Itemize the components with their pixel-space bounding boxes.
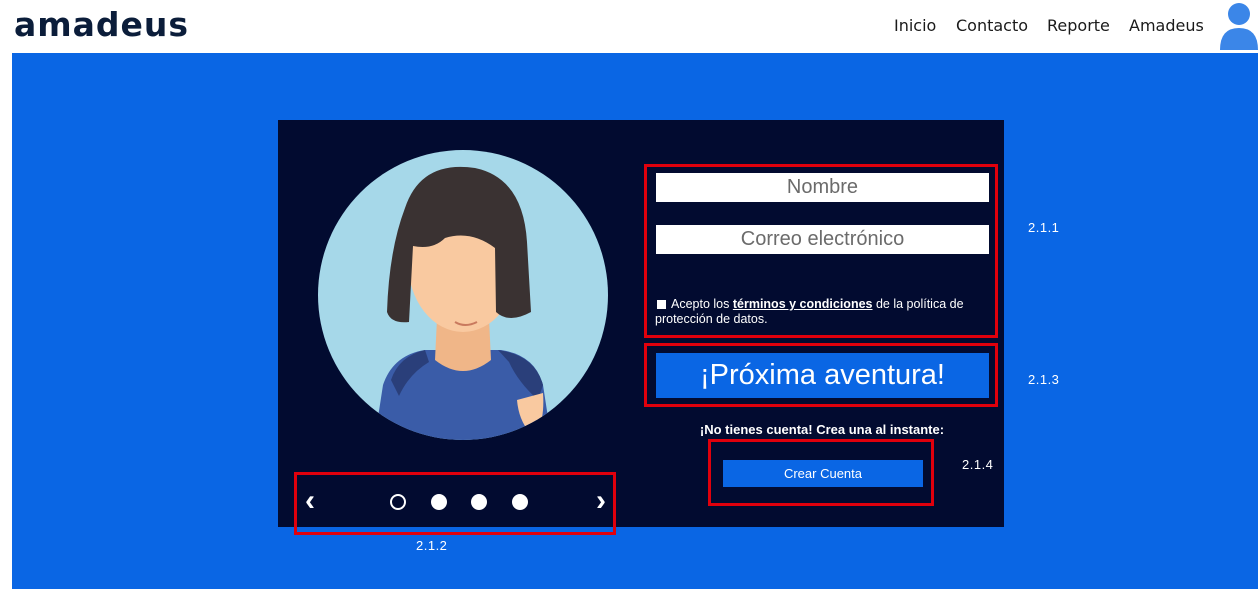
- carousel-dot-4[interactable]: [512, 494, 528, 510]
- woman-avatar-illustration: [318, 150, 608, 440]
- nav-link-inicio[interactable]: Inicio: [894, 16, 936, 35]
- carousel-dot-3[interactable]: [471, 494, 487, 510]
- carousel-prev-icon[interactable]: ‹: [305, 486, 315, 516]
- annotation-label-2-1-3: 2.1.3: [1028, 372, 1060, 387]
- amadeus-logo[interactable]: amadeus: [14, 5, 189, 44]
- nav-link-contacto[interactable]: Contacto: [956, 16, 1028, 35]
- annotation-label-2-1-2: 2.1.2: [416, 538, 448, 553]
- carousel-dot-1[interactable]: [390, 494, 406, 510]
- annotation-label-2-1-1: 2.1.1: [1028, 220, 1060, 235]
- nav-link-amadeus[interactable]: Amadeus: [1129, 16, 1204, 35]
- name-field[interactable]: [656, 173, 989, 202]
- terms-text: Acepto los términos y condiciones de la …: [655, 297, 985, 327]
- no-account-text: ¡No tienes cuenta! Crea una al instante:: [699, 422, 945, 437]
- top-navbar: amadeus Inicio Contacto Reporte Amadeus: [0, 0, 1258, 53]
- email-field[interactable]: [656, 225, 989, 254]
- annotation-label-2-1-4: 2.1.4: [962, 457, 994, 472]
- nav-link-reporte[interactable]: Reporte: [1047, 16, 1110, 35]
- carousel-next-icon[interactable]: ›: [596, 486, 606, 516]
- terms-prefix: Acepto los: [671, 297, 730, 311]
- carousel-dot-2[interactable]: [431, 494, 447, 510]
- next-adventure-button[interactable]: ¡Próxima aventura!: [656, 353, 989, 398]
- terms-link[interactable]: términos y condiciones: [733, 297, 873, 311]
- create-account-button[interactable]: Crear Cuenta: [723, 460, 923, 487]
- user-icon[interactable]: [1219, 2, 1258, 50]
